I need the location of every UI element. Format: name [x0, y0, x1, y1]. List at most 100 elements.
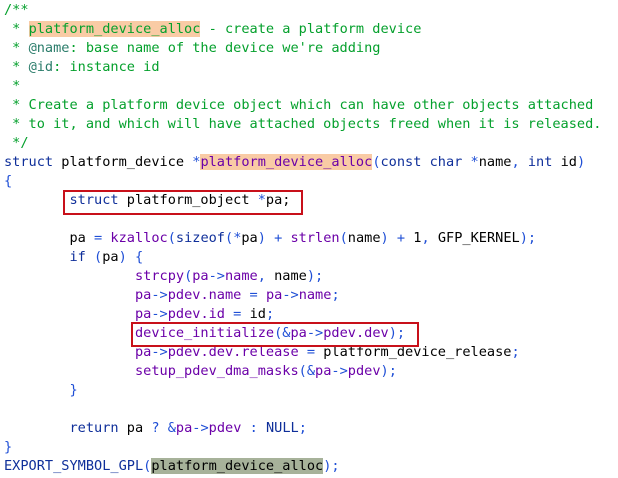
code-token: , — [511, 154, 528, 170]
code-token: * to it, and which will have attached ob… — [4, 116, 602, 132]
code-token: platform_device_alloc — [200, 154, 373, 170]
code-token: * — [4, 59, 29, 75]
code-line-4: * @id: instance id — [4, 58, 601, 77]
code-token: name — [225, 268, 258, 284]
code-line-16: pa->pdev.name = pa->name; — [4, 286, 601, 305]
code-token: return — [69, 420, 119, 436]
code-token: name — [298, 287, 332, 303]
code-token: int — [527, 154, 553, 170]
code-token: (& — [274, 325, 291, 341]
code-token: struct — [4, 154, 54, 170]
code-token: pa — [265, 287, 283, 303]
code-token: name — [478, 154, 512, 170]
code-token: ; — [511, 344, 520, 360]
code-token: (& — [298, 363, 316, 379]
code-token: = — [94, 230, 103, 246]
code-token: ? & — [151, 420, 176, 436]
code-token: * Create a platform device object which … — [4, 97, 594, 113]
code-token: * — [257, 192, 266, 208]
code-token: */ — [4, 135, 29, 151]
code-token: ( — [339, 230, 348, 246]
code-line-21: } — [4, 381, 601, 400]
code-token: pa — [315, 363, 332, 379]
code-token: ); — [519, 230, 537, 246]
code-token: -> — [151, 344, 168, 360]
code-token: pa — [134, 344, 152, 360]
code-token: * — [462, 154, 479, 170]
code-token: EXPORT_SYMBOL_GPL — [4, 458, 144, 474]
code-line-6: * Create a platform device object which … — [4, 96, 601, 115]
code-token: -> — [151, 306, 168, 322]
code-token: ( — [372, 154, 381, 170]
code-line-15: strcpy(pa->name, name); — [4, 267, 601, 286]
code-token: setup_pdev_dma_masks — [134, 363, 299, 379]
code-token: kzalloc — [110, 230, 168, 246]
code-token: -> — [151, 287, 168, 303]
code-token: ( — [225, 230, 234, 246]
code-token: -> — [331, 363, 348, 379]
code-token: platform_device_alloc — [151, 458, 324, 474]
code-token: { — [4, 173, 13, 189]
code-token: , — [257, 268, 275, 284]
code-editor: /** * platform_device_alloc - create a p… — [4, 1, 601, 476]
code-token: /** — [4, 2, 29, 18]
code-token: if — [69, 249, 86, 265]
code-token: pdev.id — [167, 306, 225, 322]
code-line-23: return pa ? &pa->pdev : NULL; — [4, 419, 601, 438]
code-token: ) + — [380, 230, 414, 246]
code-token: pdev.name — [167, 287, 242, 303]
code-token: name — [274, 268, 307, 284]
code-token: id — [552, 154, 577, 170]
code-token: pdev.dev.release — [167, 344, 299, 360]
code-token: name — [347, 230, 381, 246]
code-token: pa — [102, 249, 119, 265]
code-token: @name — [28, 40, 70, 56]
code-token: : base name of the device we're adding — [69, 40, 381, 56]
code-token: ); — [323, 458, 340, 474]
code-line-9: struct platform_device * platform_device_… — [4, 153, 601, 172]
code-token: * — [4, 21, 29, 37]
code-token: * — [4, 78, 21, 94]
code-token: platform_device_release — [323, 344, 512, 360]
code-token: = — [298, 344, 324, 360]
code-line-3: * @name: base name of the device we're a… — [4, 39, 601, 58]
code-token: : instance id — [53, 59, 160, 75]
code-token: sizeof — [175, 230, 225, 246]
code-line-24: } — [4, 438, 601, 457]
code-token: ); — [380, 363, 397, 379]
code-line-1: /** — [4, 1, 601, 20]
code-line-25: EXPORT_SYMBOL_GPL(platform_device_alloc)… — [4, 457, 601, 476]
code-token: ) { — [118, 249, 144, 265]
code-token: = — [225, 306, 250, 322]
code-line-2: * platform_device_alloc - create a platf… — [4, 20, 601, 39]
code-token: device_initialize — [134, 325, 275, 341]
code-token: NULL — [265, 420, 299, 436]
code-token: pa — [4, 230, 95, 246]
code-token: platform_object — [118, 192, 258, 208]
code-token: ; — [298, 420, 307, 436]
code-line-10: { — [4, 172, 601, 191]
code-token: ); — [388, 325, 406, 341]
code-token: - create a platform device — [200, 21, 422, 37]
code-line-13: pa = kzalloc(sizeof(*pa) + strlen(name) … — [4, 229, 601, 248]
code-token: pdev — [208, 420, 242, 436]
code-token: @id — [28, 59, 54, 75]
code-token: = — [241, 287, 266, 303]
code-token: ) — [576, 154, 586, 170]
code-token: strlen — [290, 230, 340, 246]
code-token: pa — [134, 287, 152, 303]
code-token: platform_device — [53, 154, 193, 170]
code-token: , — [421, 230, 438, 246]
code-line-14: if (pa) { — [4, 248, 601, 267]
code-token: -> — [208, 268, 225, 284]
code-token: strcpy — [134, 268, 185, 284]
